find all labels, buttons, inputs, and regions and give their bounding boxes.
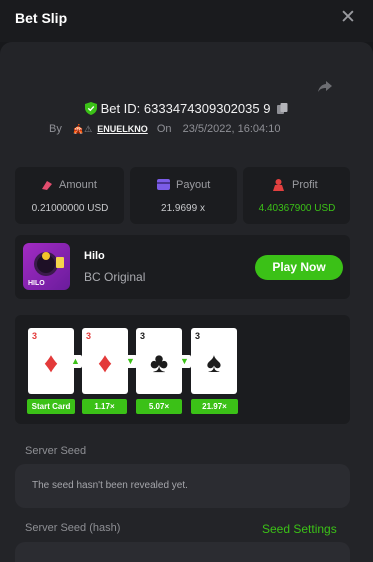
diamond-suit-icon: ♦ bbox=[43, 347, 59, 378]
close-icon[interactable]: ✕ bbox=[340, 8, 356, 28]
bet-id-row: Bet ID: 6333474309302035 9 bbox=[0, 101, 373, 116]
diamond-suit-icon: ♦ bbox=[97, 347, 113, 378]
hilo-icon-text: HILO bbox=[28, 280, 45, 287]
payout-label: Payout bbox=[176, 179, 211, 191]
play-now-button[interactable]: Play Now bbox=[255, 255, 343, 280]
server-seed-label: Server Seed bbox=[25, 445, 87, 457]
card-rank: 3 bbox=[195, 331, 201, 341]
lower-arrow-icon: ▼ bbox=[124, 355, 137, 368]
profit-value: 4.40367900 USD bbox=[258, 203, 336, 214]
amount-box bbox=[15, 167, 124, 224]
start-card-chip: Start Card bbox=[27, 399, 75, 414]
card-2: 3 ♦ bbox=[82, 328, 128, 394]
card-rank: 3 bbox=[140, 331, 146, 341]
payout-box bbox=[130, 167, 237, 224]
byline: By 🎪⚠ ENUELKNO On 23/5/2022, 16:04:10 bbox=[49, 123, 280, 135]
share-icon[interactable] bbox=[316, 78, 334, 96]
profit-icon bbox=[273, 179, 284, 191]
profit-label: Profit bbox=[292, 179, 318, 191]
multiplier-chip: 5.07× bbox=[136, 399, 182, 414]
on-label: On bbox=[156, 123, 172, 135]
payout-icon bbox=[157, 179, 170, 190]
amount-value: 0.21000000 USD bbox=[31, 203, 109, 214]
amount-icon bbox=[42, 181, 52, 190]
card-rank: 3 bbox=[86, 331, 92, 341]
page-title: Bet Slip bbox=[15, 10, 68, 26]
hilo-logo-icon: HILO bbox=[28, 252, 64, 287]
profit-box bbox=[243, 167, 350, 224]
bet-timestamp: 23/5/2022, 16:04:10 bbox=[182, 123, 281, 135]
user-emoji-icon: 🎪⚠ bbox=[72, 124, 93, 134]
game-subtitle: BC Original bbox=[84, 270, 146, 284]
payout-value: 21.9699 x bbox=[161, 203, 205, 214]
higher-arrow-icon: ▲ bbox=[69, 355, 82, 368]
game-name: Hilo bbox=[84, 250, 105, 262]
header-bar: Bet Slip ✕ bbox=[0, 0, 373, 42]
server-seed-hash-field[interactable] bbox=[15, 542, 350, 562]
multiplier-chip: 1.17× bbox=[82, 399, 127, 414]
spade-suit-icon: ♠ bbox=[206, 347, 222, 378]
by-label: By bbox=[49, 123, 62, 135]
card-1: 3 ♦ bbox=[28, 328, 74, 394]
server-seed-value: The seed hasn't been revealed yet. bbox=[32, 480, 188, 491]
card-rank: 3 bbox=[32, 331, 38, 341]
shield-check-icon bbox=[84, 102, 97, 115]
seed-settings-link[interactable]: Seed Settings bbox=[262, 522, 337, 536]
bet-id: Bet ID: 6333474309302035 9 bbox=[100, 101, 271, 116]
amount-label: Amount bbox=[59, 179, 97, 191]
lower-arrow-icon: ▼ bbox=[178, 355, 191, 368]
multiplier-chip: 21.97× bbox=[191, 399, 238, 414]
card-4: 3 ♠ bbox=[191, 328, 237, 394]
club-suit-icon: ♣ bbox=[149, 347, 169, 378]
hilo-game-icon[interactable]: HILO bbox=[23, 243, 70, 290]
card-3: 3 ♣ bbox=[136, 328, 182, 394]
server-seed-hash-label: Server Seed (hash) bbox=[25, 522, 121, 534]
username-link[interactable]: ENUELKNO bbox=[97, 124, 148, 134]
copy-icon[interactable] bbox=[277, 103, 288, 115]
